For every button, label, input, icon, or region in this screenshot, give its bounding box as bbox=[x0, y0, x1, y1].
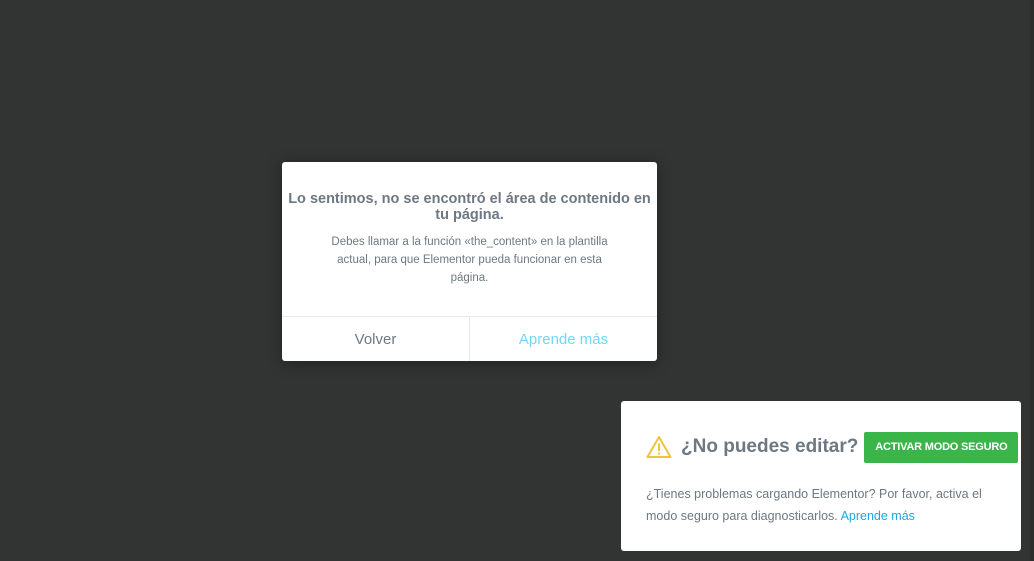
dialog-message: Debes llamar a la función «the_content» … bbox=[331, 236, 608, 284]
dialog-title: Lo sentimos, no se encontró el área de c… bbox=[288, 191, 651, 223]
page-scrollbar[interactable] bbox=[1030, 0, 1034, 561]
warning-icon bbox=[646, 435, 672, 459]
safe-mode-notice: ¿No puedes editar? ACTIVAR MODO SEGURO ¿… bbox=[621, 401, 1021, 551]
content-area-error-dialog: Lo sentimos, no se encontró el área de c… bbox=[282, 162, 657, 361]
dialog-buttons: Volver Aprende más bbox=[282, 316, 657, 361]
activate-safe-mode-button[interactable]: ACTIVAR MODO SEGURO bbox=[864, 431, 1019, 463]
safe-mode-title: ¿No puedes editar? bbox=[681, 436, 859, 457]
safe-mode-text: ¿Tienes problemas cargando Elementor? Po… bbox=[646, 487, 982, 523]
safe-mode-header: ¿No puedes editar? ACTIVAR MODO SEGURO bbox=[646, 431, 1019, 463]
safe-mode-learn-more-link[interactable]: Aprende más bbox=[841, 509, 915, 523]
learn-more-button[interactable]: Aprende más bbox=[470, 317, 657, 361]
back-button[interactable]: Volver bbox=[282, 317, 470, 361]
safe-mode-description: ¿Tienes problemas cargando Elementor? Po… bbox=[646, 483, 1001, 527]
